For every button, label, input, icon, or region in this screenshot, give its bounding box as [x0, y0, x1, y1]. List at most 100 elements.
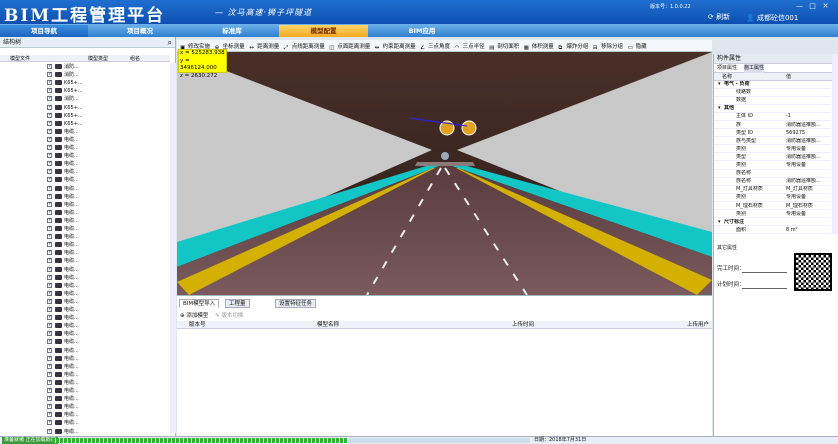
row-checkbox[interactable]: [47, 297, 52, 305]
minimize-button[interactable]: —: [795, 2, 804, 10]
property-row[interactable]: ▾ 电气 - 负荷: [714, 81, 831, 89]
tab-bim-apps[interactable]: BIM应用: [372, 25, 472, 37]
row-checkbox[interactable]: [47, 378, 52, 386]
tab-standards[interactable]: 标准库: [188, 25, 276, 37]
search-icon[interactable]: ⌕: [168, 37, 172, 48]
row-checkbox[interactable]: [47, 354, 52, 362]
row-checkbox[interactable]: [47, 362, 52, 370]
row-checkbox[interactable]: [47, 281, 52, 289]
property-row[interactable]: 类别 专用设备: [714, 211, 831, 219]
row-checkbox[interactable]: [47, 370, 52, 378]
tree-row[interactable]: 电缆...: [0, 321, 170, 330]
row-checkbox[interactable]: [47, 256, 52, 264]
tab-construction-props[interactable]: 施工属性: [744, 64, 765, 73]
tree-row[interactable]: 电缆...: [0, 305, 170, 314]
tree-row[interactable]: 电缆...: [0, 184, 170, 193]
property-row[interactable]: 类别 专用设备: [714, 146, 831, 154]
col-group[interactable]: 组名: [130, 55, 140, 62]
property-row[interactable]: M_理石材质 M_理石材质: [714, 203, 831, 211]
row-checkbox[interactable]: [47, 175, 52, 183]
close-button[interactable]: ✕: [821, 2, 830, 10]
tree-row[interactable]: 电缆...: [0, 224, 170, 233]
row-checkbox[interactable]: [47, 313, 52, 321]
property-row[interactable]: 族与类型 消防器遥推额...: [714, 138, 831, 146]
row-checkbox[interactable]: [47, 216, 52, 224]
row-checkbox[interactable]: [47, 151, 52, 159]
property-row[interactable]: 面积 8 m²: [714, 227, 831, 235]
row-checkbox[interactable]: [47, 427, 52, 435]
property-row[interactable]: 族消防器遥推额...: [714, 122, 831, 130]
row-checkbox[interactable]: [47, 143, 52, 151]
property-row[interactable]: 类型 消防器遥推额...: [714, 154, 831, 162]
expand-icon[interactable]: ▾: [718, 105, 721, 113]
col-model-name[interactable]: 模型名称: [317, 321, 339, 329]
tab-project-props[interactable]: 项目属性: [717, 64, 737, 73]
property-row[interactable]: ▾ 尺寸标注: [714, 219, 831, 227]
toolbar-button[interactable]: ◫ 点面距离测量: [329, 42, 370, 51]
tree-row[interactable]: 电缆...: [0, 151, 170, 160]
property-row[interactable]: 主体 ID -1: [714, 113, 831, 121]
toolbar-button[interactable]: ⧉ 爆炸分组: [558, 42, 588, 51]
col-upload-user[interactable]: 上传用户: [687, 321, 709, 329]
tree-row[interactable]: 电缆...: [0, 427, 170, 436]
row-checkbox[interactable]: [47, 410, 52, 418]
row-checkbox[interactable]: [47, 240, 52, 248]
expand-icon[interactable]: ▾: [718, 219, 721, 227]
tree-row[interactable]: 电缆...: [0, 135, 170, 144]
props-scrollbar[interactable]: [832, 54, 838, 234]
toolbar-button[interactable]: ⤢ 点线距离测量: [284, 42, 325, 51]
toolbar-button[interactable]: ▤ 剖切面积: [489, 42, 519, 51]
tunnel-3d-viewport[interactable]: [177, 52, 712, 295]
row-checkbox[interactable]: [47, 78, 52, 86]
tree-row[interactable]: K65+...: [0, 103, 170, 112]
row-checkbox[interactable]: [47, 208, 52, 216]
tree-row[interactable]: 电缆...: [0, 127, 170, 136]
tree-row[interactable]: 电缆...: [0, 313, 170, 322]
tree-row[interactable]: 电缆...: [0, 418, 170, 427]
property-row[interactable]: ▾ 其他: [714, 105, 831, 113]
tree-row[interactable]: 消防...: [0, 94, 170, 103]
tree-row[interactable]: K65+...: [0, 78, 170, 87]
property-row[interactable]: 族名称 消防器遥推额...: [714, 178, 831, 186]
tree-row[interactable]: 电缆...: [0, 192, 170, 201]
row-checkbox[interactable]: [47, 346, 52, 354]
row-checkbox[interactable]: [47, 273, 52, 281]
row-checkbox[interactable]: [47, 337, 52, 345]
tab-overview[interactable]: 项目概况: [96, 25, 184, 37]
toolbar-button[interactable]: ⇹ 约束距离测量: [375, 42, 416, 51]
user-badge[interactable]: 👤 成都砼信001: [746, 13, 798, 23]
row-checkbox[interactable]: [47, 394, 52, 402]
col-model-type[interactable]: 模型类型: [88, 55, 108, 62]
tree-row[interactable]: 电缆...: [0, 362, 170, 371]
col-model-file[interactable]: 模型文件: [10, 55, 30, 62]
plan-date-field[interactable]: [742, 288, 787, 289]
toolbar-button[interactable]: ∠ 三点角度: [420, 42, 450, 51]
add-model-button[interactable]: ⊕ 添加模型: [180, 311, 208, 319]
tree-row[interactable]: 电缆...: [0, 248, 170, 257]
refresh-button[interactable]: ⟳ 刷新: [708, 12, 730, 22]
row-checkbox[interactable]: [47, 386, 52, 394]
col-upload-time[interactable]: 上传时间: [512, 321, 534, 329]
tree-row[interactable]: 电缆...: [0, 175, 170, 184]
expand-icon[interactable]: ▾: [718, 81, 721, 89]
tree-row[interactable]: 电缆...: [0, 410, 170, 419]
toolbar-button[interactable]: ↔ 距离测量: [249, 42, 279, 51]
row-checkbox[interactable]: [47, 402, 52, 410]
tree-scrollbar[interactable]: [170, 63, 176, 433]
tree-row[interactable]: 消防...: [0, 62, 170, 71]
property-row[interactable]: 数据: [714, 97, 831, 105]
tree-row[interactable]: 电缆...: [0, 167, 170, 176]
row-checkbox[interactable]: [47, 192, 52, 200]
tree-row[interactable]: 电缆...: [0, 208, 170, 217]
row-checkbox[interactable]: [47, 321, 52, 329]
tree-row[interactable]: 电缆...: [0, 346, 170, 355]
row-checkbox[interactable]: [47, 265, 52, 273]
row-checkbox[interactable]: [47, 127, 52, 135]
tree-row[interactable]: K65+...: [0, 86, 170, 95]
row-checkbox[interactable]: [47, 329, 52, 337]
row-checkbox[interactable]: [47, 184, 52, 192]
version-switch-button[interactable]: ✎ 版本切换: [215, 311, 243, 319]
tree-row[interactable]: 电缆...: [0, 329, 170, 338]
tree-row[interactable]: 电缆...: [0, 240, 170, 249]
row-checkbox[interactable]: [47, 94, 52, 102]
